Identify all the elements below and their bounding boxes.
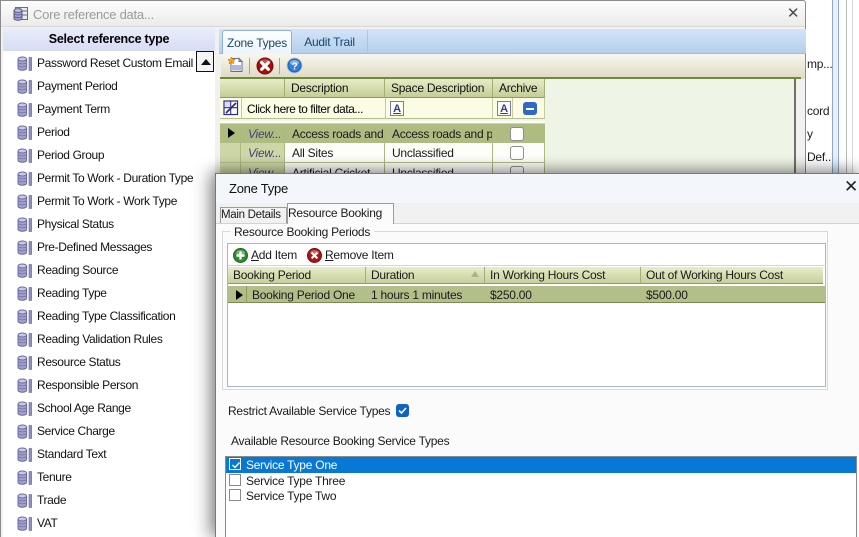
svg-text:?: ? (292, 61, 298, 72)
